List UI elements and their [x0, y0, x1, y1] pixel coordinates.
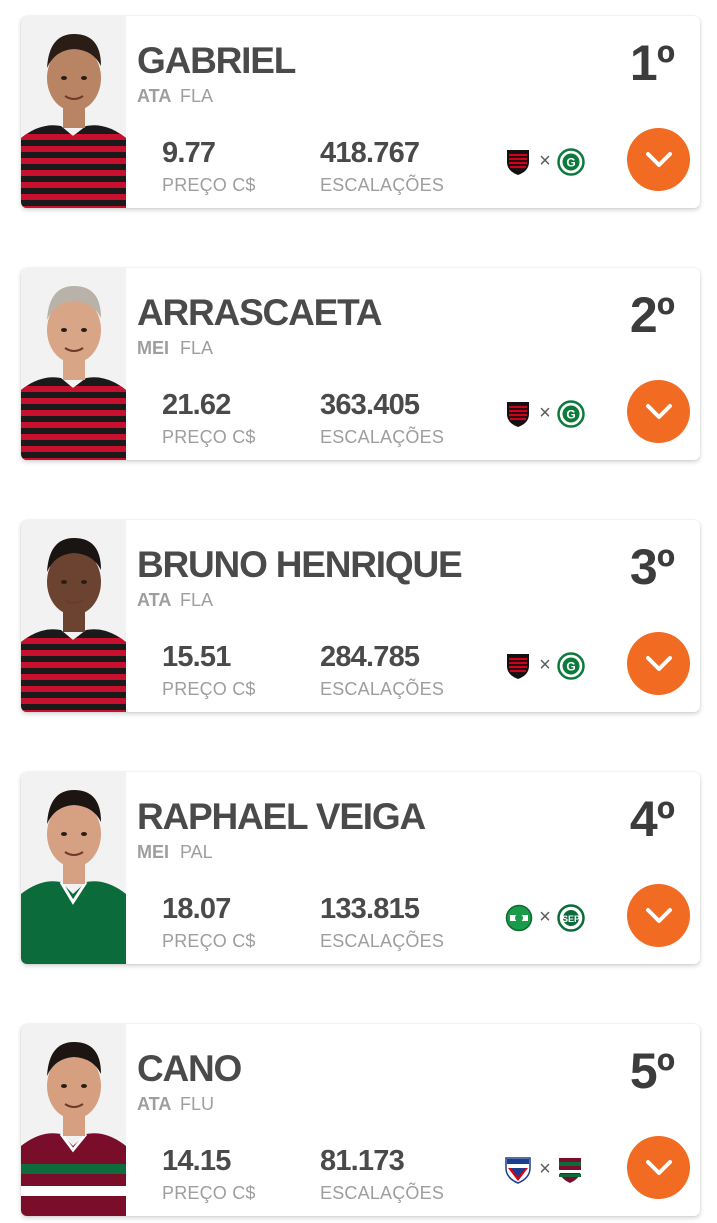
player-team: FLA [180, 86, 214, 106]
chevron-down-icon [645, 403, 672, 419]
player-photo [21, 268, 126, 460]
player-rank: 3º [629, 539, 675, 595]
flamengo-crest-icon [505, 652, 531, 680]
goias-crest-icon: G [557, 652, 585, 680]
player-position: MEI [137, 842, 170, 862]
price-value: 18.07 [162, 893, 231, 925]
price-label: PREÇO C$ [162, 175, 256, 195]
player-team: FLA [180, 338, 214, 358]
player-name: CANO [137, 1048, 242, 1089]
goias-crest-icon: G [557, 400, 585, 428]
player-name: BRUNO HENRIQUE [137, 544, 463, 585]
player-photo [21, 520, 126, 712]
svg-text:G: G [566, 408, 575, 422]
escalacoes-label: ESCALAÇÕES [320, 175, 445, 195]
versus-symbol: × [539, 150, 551, 172]
expand-button[interactable] [627, 884, 690, 947]
escalacoes-value: 284.785 [320, 641, 420, 673]
player-rank: 4º [629, 791, 675, 847]
player-name: ARRASCAETA [137, 292, 382, 333]
price-label: PREÇO C$ [162, 427, 256, 447]
versus-symbol: × [539, 1158, 551, 1180]
next-match: × SEP [505, 904, 585, 934]
next-match: × G [505, 652, 585, 682]
player-avatar-illustration [21, 1024, 126, 1216]
player-position: MEI [137, 338, 170, 358]
palmeiras-crest-icon: SEP [557, 904, 585, 932]
expand-button[interactable] [627, 632, 690, 695]
player-name: GABRIEL [137, 40, 296, 81]
player-card-4[interactable]: RAPHAEL VEIGA MEI PAL 4º 18.07 PREÇO C$ … [21, 772, 700, 964]
next-match: × G [505, 400, 585, 430]
svg-text:G: G [566, 156, 575, 170]
escalacoes-value: 81.173 [320, 1145, 405, 1177]
fluminense-crest-icon [557, 1156, 583, 1184]
flamengo-crest-icon [505, 400, 531, 428]
chevron-down-icon [645, 907, 672, 923]
player-name: RAPHAEL VEIGA [137, 796, 426, 837]
player-photo [21, 1024, 126, 1216]
player-avatar-illustration [21, 520, 126, 712]
next-match: × [505, 1156, 585, 1186]
player-rank: 2º [629, 287, 675, 343]
versus-symbol: × [539, 906, 551, 928]
player-position: ATA [137, 86, 172, 106]
expand-button[interactable] [627, 128, 690, 191]
escalacoes-label: ESCALAÇÕES [320, 427, 445, 447]
player-position: ATA [137, 1094, 172, 1114]
escalacoes-label: ESCALAÇÕES [320, 931, 445, 951]
escalacoes-label: ESCALAÇÕES [320, 1183, 445, 1203]
price-label: PREÇO C$ [162, 679, 256, 699]
price-value: 9.77 [162, 137, 216, 169]
escalacoes-value: 363.405 [320, 389, 420, 421]
player-team: PAL [180, 842, 213, 862]
svg-text:G: G [566, 660, 575, 674]
chevron-down-icon [645, 151, 672, 167]
player-photo [21, 772, 126, 964]
flamengo-crest-icon [505, 148, 531, 176]
price-value: 15.51 [162, 641, 231, 673]
price-label: PREÇO C$ [162, 1183, 256, 1203]
expand-button[interactable] [627, 1136, 690, 1199]
player-rank: 1º [629, 35, 675, 91]
player-card-5[interactable]: CANO ATA FLU 5º 14.15 PREÇO C$ 81.173 ES… [21, 1024, 700, 1216]
juventude-crest-icon [505, 904, 533, 932]
escalacoes-value: 418.767 [320, 137, 420, 169]
chevron-down-icon [645, 655, 672, 671]
escalacoes-value: 133.815 [320, 893, 420, 925]
chevron-down-icon [645, 1159, 672, 1175]
player-card-1[interactable]: GABRIEL ATA FLA 1º 9.77 PREÇO C$ 418.767… [21, 16, 700, 208]
player-ranking-list: GABRIEL ATA FLA 1º 9.77 PREÇO C$ 418.767… [0, 0, 717, 1223]
player-rank: 5º [629, 1043, 675, 1099]
player-avatar-illustration [21, 772, 126, 964]
player-avatar-illustration [21, 16, 126, 208]
player-avatar-illustration [21, 268, 126, 460]
player-position: ATA [137, 590, 172, 610]
goias-crest-icon: G [557, 148, 585, 176]
fortaleza-crest-icon [505, 1156, 531, 1184]
price-value: 21.62 [162, 389, 231, 421]
player-photo [21, 16, 126, 208]
price-label: PREÇO C$ [162, 931, 256, 951]
player-team: FLU [180, 1094, 215, 1114]
svg-text:SEP: SEP [562, 914, 580, 924]
player-card-3[interactable]: BRUNO HENRIQUE ATA FLA 3º 15.51 PREÇO C$… [21, 520, 700, 712]
next-match: × G [505, 148, 585, 178]
versus-symbol: × [539, 654, 551, 676]
expand-button[interactable] [627, 380, 690, 443]
price-value: 14.15 [162, 1145, 231, 1177]
player-card-2[interactable]: ARRASCAETA MEI FLA 2º 21.62 PREÇO C$ 363… [21, 268, 700, 460]
player-team: FLA [180, 590, 214, 610]
versus-symbol: × [539, 402, 551, 424]
escalacoes-label: ESCALAÇÕES [320, 679, 445, 699]
